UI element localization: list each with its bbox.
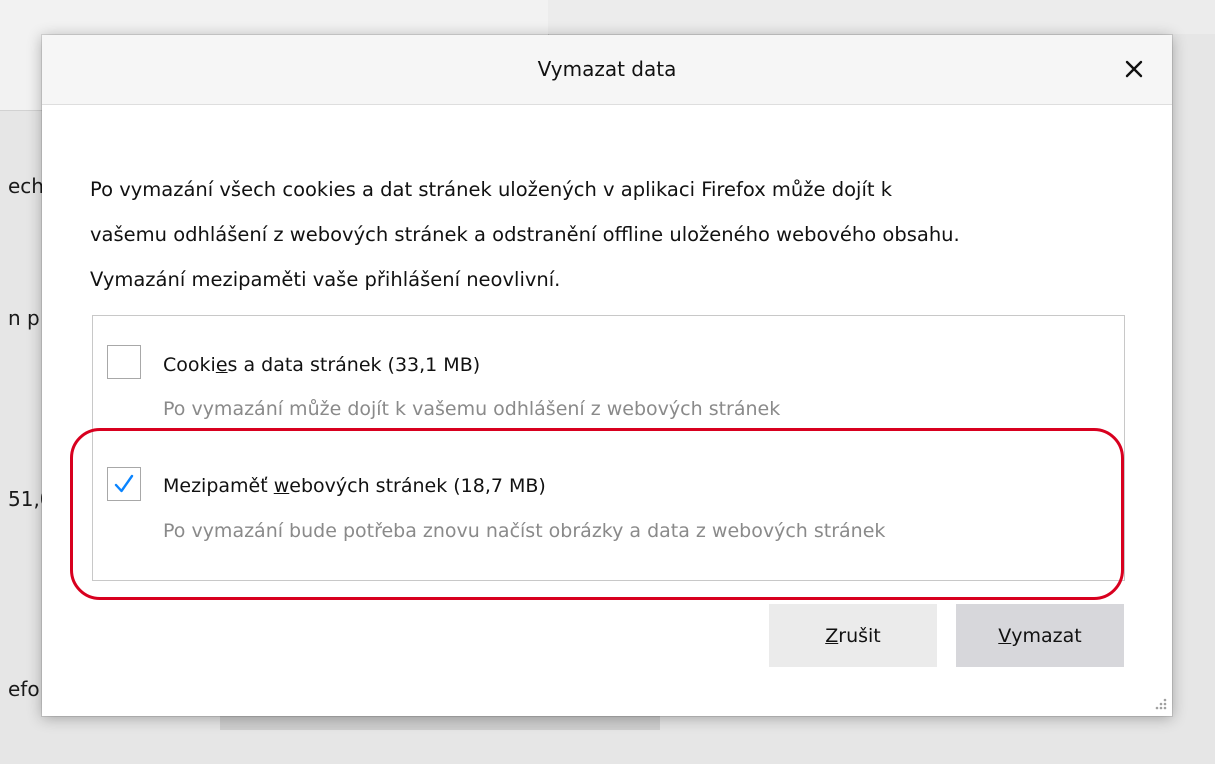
- dialog-header: Vymazat data: [42, 35, 1172, 105]
- resize-grip-icon[interactable]: [1152, 695, 1168, 711]
- close-button[interactable]: [1116, 51, 1152, 87]
- background-text-fragment: efo: [8, 677, 40, 701]
- dialog-title: Vymazat data: [537, 57, 677, 81]
- cookies-description: Po vymazání může dojít k vašemu odhlášen…: [163, 398, 781, 420]
- cache-label[interactable]: Mezipaměť webových stránek (18,7 MB): [163, 475, 546, 497]
- clear-data-dialog: Vymazat data Po vymazání všech cookies a…: [42, 35, 1172, 716]
- dialog-description: Po vymazání všech cookies a dat stránek …: [90, 167, 1140, 302]
- cookies-label[interactable]: Cookies a data stránek (33,1 MB): [163, 354, 480, 376]
- cache-checkbox[interactable]: [107, 467, 141, 501]
- background-text-fragment: n p: [8, 306, 40, 330]
- checkmark-icon: [114, 474, 134, 493]
- options-list: Cookies a data stránek (33,1 MB) Po vyma…: [92, 315, 1125, 581]
- cache-description: Po vymazání bude potřeba znovu načíst ob…: [163, 520, 886, 542]
- cancel-button[interactable]: Zrušit: [769, 604, 937, 667]
- clear-button[interactable]: Vymazat: [956, 604, 1124, 667]
- background-bar: [220, 716, 660, 730]
- background-page-top: [548, 0, 1215, 34]
- description-line: Po vymazání všech cookies a dat stránek …: [90, 178, 892, 201]
- background-text-fragment: ech: [8, 174, 44, 198]
- description-line: vašemu odhlášení z webových stránek a od…: [90, 223, 960, 246]
- close-icon: [1125, 60, 1143, 78]
- cookies-checkbox[interactable]: [107, 345, 141, 379]
- description-line: Vymazání mezipaměti vaše přihlášení neov…: [90, 268, 561, 291]
